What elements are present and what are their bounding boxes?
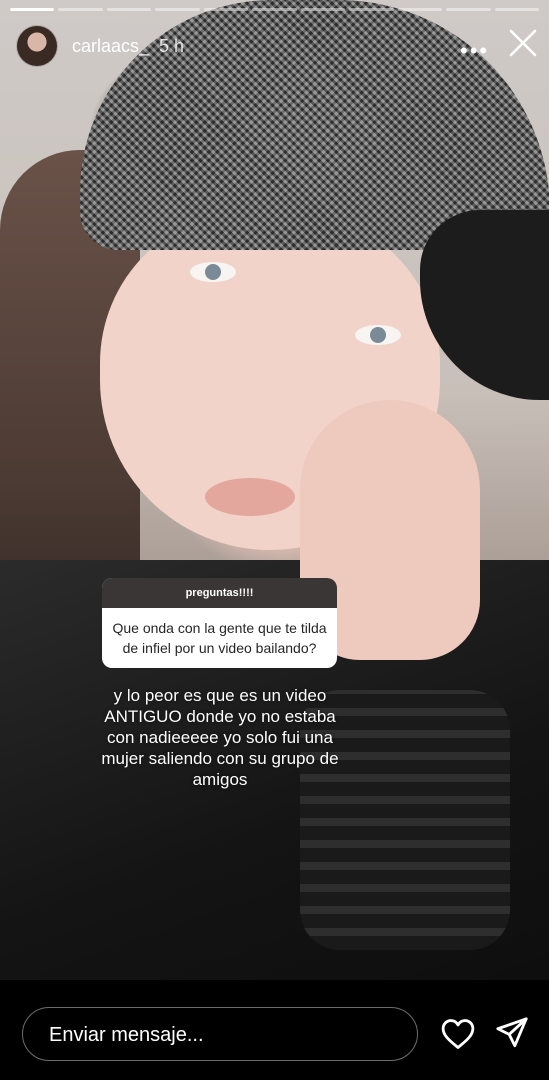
progress-segment: [203, 8, 249, 11]
progress-segment: [10, 8, 55, 11]
story-progress-bar: [10, 8, 539, 11]
progress-segment: [349, 8, 394, 11]
more-horizontal-icon[interactable]: •••: [460, 38, 489, 64]
question-sticker: preguntas!!!! Que onda con la gente que …: [102, 578, 337, 668]
progress-segment: [106, 8, 152, 11]
progress-segment: [446, 8, 491, 11]
send-icon[interactable]: [495, 1016, 529, 1050]
message-input[interactable]: Enviar mensaje...: [22, 1007, 418, 1061]
story-caption: y lo peor es que es un video ANTIGUO don…: [101, 686, 339, 789]
story-header: carlaacs_ 5 h: [16, 24, 184, 68]
photo-eye-left: [190, 262, 236, 282]
username[interactable]: carlaacs_: [72, 36, 149, 57]
question-sticker-text: Que onda con la gente que te tilda de in…: [112, 620, 327, 656]
progress-segment: [58, 8, 103, 11]
avatar[interactable]: [16, 25, 58, 67]
photo-eye-right: [355, 325, 401, 345]
question-sticker-header: preguntas!!!!: [102, 578, 337, 608]
progress-segment: [300, 8, 346, 11]
progress-segment: [494, 8, 539, 11]
heart-icon[interactable]: [441, 1018, 475, 1050]
progress-segment: [397, 8, 443, 11]
photo-lips: [205, 478, 295, 516]
progress-segment: [155, 8, 200, 11]
story-timestamp: 5 h: [159, 35, 185, 56]
close-icon[interactable]: [508, 28, 538, 58]
story-media[interactable]: carlaacs_ 5 h ••• preguntas!!!! Que onda…: [0, 0, 549, 980]
progress-segment: [252, 8, 297, 11]
message-input-placeholder: Enviar mensaje...: [49, 1024, 204, 1046]
